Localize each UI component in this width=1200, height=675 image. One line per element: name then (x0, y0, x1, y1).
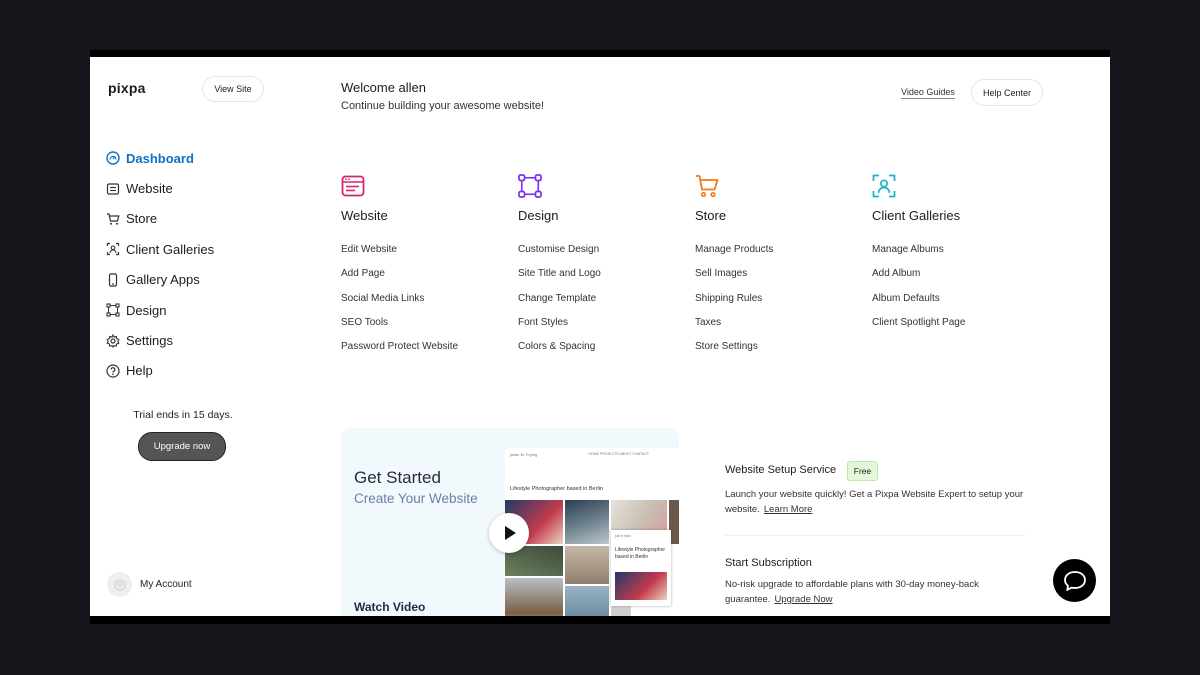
sidebar-item-label: Dashboard (126, 150, 194, 166)
sidebar-nav: Dashboard Website Store Client Galleries… (106, 143, 214, 386)
section-title: Store (695, 208, 727, 223)
my-account-label: My Account (140, 579, 192, 590)
my-account-link[interactable]: My Account (107, 572, 192, 597)
window-top-edge (90, 50, 1110, 57)
website-section: Website Edit Website Add Page Social Med… (341, 174, 511, 365)
section-title: Design (518, 208, 559, 223)
sidebar-item-label: Client Galleries (126, 241, 215, 257)
link-seo-tools[interactable]: SEO Tools (341, 317, 511, 341)
link-album-defaults[interactable]: Album Defaults (872, 293, 1042, 317)
client-galleries-icon (106, 242, 120, 256)
sidebar-item-client-galleries[interactable]: Client Galleries (106, 234, 214, 264)
link-store-settings[interactable]: Store Settings (695, 341, 865, 365)
play-icon (505, 526, 516, 540)
gear-icon (106, 333, 120, 348)
store-cart-icon (695, 174, 719, 198)
free-badge: Free (847, 461, 878, 481)
sidebar-item-label: Website (126, 181, 173, 197)
get-started-video-card[interactable]: Get Started Create Your Website Watch Vi… (341, 428, 679, 616)
design-section: Design Customise Design Site Title and L… (518, 174, 688, 365)
link-add-page[interactable]: Add Page (341, 268, 511, 292)
website-setup-service-title: Website Setup Service (725, 464, 837, 476)
website-icon (106, 182, 120, 196)
sidebar-item-design[interactable]: Design (106, 295, 214, 325)
window-bottom-edge (90, 616, 1110, 624)
link-site-title-and-logo[interactable]: Site Title and Logo (518, 268, 688, 292)
website-browser-icon (341, 174, 365, 198)
website-setup-service-text: Launch your website quickly! Get a Pixpa… (725, 487, 1025, 517)
play-video-button[interactable] (489, 513, 529, 553)
link-sell-images[interactable]: Sell Images (695, 268, 865, 292)
link-manage-products[interactable]: Manage Products (695, 244, 865, 268)
sidebar-item-dashboard[interactable]: Dashboard (106, 143, 214, 173)
watch-video-label[interactable]: Watch Video (354, 600, 425, 614)
link-shipping-rules[interactable]: Shipping Rules (695, 293, 865, 317)
client-focus-icon (872, 174, 896, 198)
client-galleries-section: Client Galleries Manage Albums Add Album… (872, 174, 1042, 341)
link-customise-design[interactable]: Customise Design (518, 244, 688, 268)
preview-overlay-card: juli m rilan Lifestyle Photographer base… (611, 530, 671, 606)
sidebar-item-website[interactable]: Website (106, 173, 214, 203)
sidebar-item-label: Settings (126, 333, 173, 349)
section-title: Website (341, 208, 388, 223)
link-colors-spacing[interactable]: Colors & Spacing (518, 341, 688, 365)
link-manage-albums[interactable]: Manage Albums (872, 244, 1042, 268)
sidebar-item-label: Gallery Apps (126, 272, 200, 288)
help-center-button[interactable]: Help Center (971, 79, 1043, 106)
design-nodes-icon (518, 174, 542, 198)
sidebar-item-label: Help (126, 363, 153, 379)
upgrade-now-button[interactable]: Upgrade now (138, 432, 226, 461)
subscription-description: No-risk upgrade to affordable plans with… (725, 579, 979, 605)
link-password-protect-website[interactable]: Password Protect Website (341, 341, 511, 365)
get-started-subtitle: Create Your Website (354, 491, 478, 506)
start-subscription-text: No-risk upgrade to affordable plans with… (725, 577, 1025, 607)
link-taxes[interactable]: Taxes (695, 317, 865, 341)
store-section: Store Manage Products Sell Images Shippi… (695, 174, 865, 365)
help-icon (106, 364, 120, 378)
link-font-styles[interactable]: Font Styles (518, 317, 688, 341)
learn-more-link[interactable]: Learn More (764, 504, 813, 515)
upgrade-now-link[interactable]: Upgrade Now (774, 594, 832, 605)
sidebar-item-label: Design (126, 302, 167, 318)
link-add-album[interactable]: Add Album (872, 268, 1042, 292)
sidebar-item-help[interactable]: Help (106, 356, 214, 386)
design-icon (106, 303, 120, 317)
overlay-title: Lifestyle Photographer based in Berlin (615, 547, 666, 560)
pixpa-logo[interactable]: pixpa (108, 80, 146, 96)
dashboard-icon (106, 151, 120, 165)
preview-site-name: julian M. Frying (510, 452, 538, 457)
cart-icon (106, 212, 120, 226)
preview-menu: HOME PROJECTS ABOUT CONTACT (588, 452, 649, 456)
overlay-site-name: juli m rilan (615, 534, 631, 538)
user-icon (114, 579, 125, 590)
link-edit-website[interactable]: Edit Website (341, 244, 511, 268)
video-guides-link[interactable]: Video Guides (901, 87, 955, 99)
link-client-spotlight-page[interactable]: Client Spotlight Page (872, 317, 1042, 341)
section-title: Client Galleries (872, 208, 961, 223)
sidebar-item-settings[interactable]: Settings (106, 325, 214, 355)
mobile-icon (106, 273, 120, 287)
link-change-template[interactable]: Change Template (518, 293, 688, 317)
start-subscription-title: Start Subscription (725, 557, 812, 569)
chat-bubble-icon (1063, 570, 1086, 591)
get-started-title: Get Started (354, 468, 441, 487)
app-window: pixpa View Site Dashboard Website Store … (90, 57, 1110, 616)
preview-title: Lifestyle Photographer based in Berlin (510, 486, 603, 492)
sidebar-item-gallery-apps[interactable]: Gallery Apps (106, 265, 214, 295)
trial-notice: Trial ends in 15 days. (133, 409, 233, 421)
avatar (107, 572, 132, 597)
divider (725, 535, 1025, 536)
page-subtitle: Continue building your awesome website! (341, 100, 545, 112)
view-site-button[interactable]: View Site (202, 76, 264, 102)
sidebar-item-label: Store (126, 211, 158, 227)
page-title: Welcome allen (341, 80, 427, 95)
link-social-media-links[interactable]: Social Media Links (341, 293, 511, 317)
chat-support-button[interactable] (1053, 559, 1096, 602)
sidebar-item-store[interactable]: Store (106, 204, 214, 234)
